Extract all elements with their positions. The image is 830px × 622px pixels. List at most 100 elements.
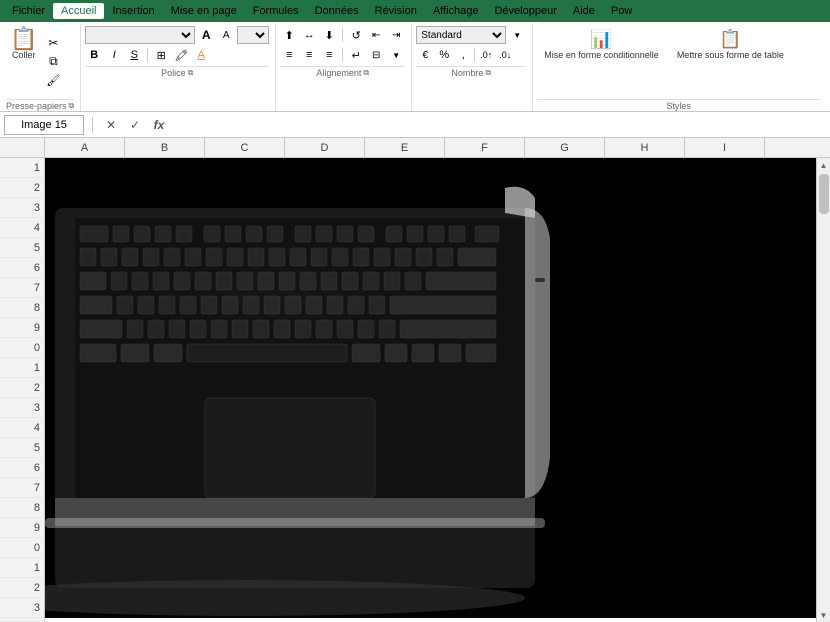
reproduire-button[interactable]: 🖌 <box>43 72 63 90</box>
row-num-15[interactable]: 5 <box>0 438 44 458</box>
row-num-6[interactable]: 6 <box>0 258 44 278</box>
formula-bar: ✕ ✓ fx <box>0 112 830 138</box>
conditional-format-button[interactable]: 📊 Mise en forme conditionnelle <box>537 26 666 64</box>
vertical-scrollbar[interactable]: ▲ ▼ <box>816 158 830 622</box>
row-num-18[interactable]: 8 <box>0 498 44 518</box>
merge-button[interactable]: ⊟ <box>367 46 385 64</box>
scrollbar-down-button[interactable]: ▼ <box>817 608 830 622</box>
number-group: Standard ▼ € % , .0↑ .0↓ Nombre ⧉ <box>412 24 533 111</box>
menu-item-formules[interactable]: Formules <box>245 3 307 19</box>
align-top-button[interactable]: ⬆ <box>280 26 298 44</box>
name-box[interactable] <box>4 115 84 135</box>
scrollbar-up-button[interactable]: ▲ <box>817 158 830 172</box>
comma-button[interactable]: , <box>454 46 472 64</box>
menu-item-accueil[interactable]: Accueil <box>53 3 104 19</box>
row-num-12[interactable]: 2 <box>0 378 44 398</box>
percent-button[interactable]: % <box>435 46 453 64</box>
fill-color-button[interactable]: 🖍 <box>172 46 190 64</box>
formula-cancel-button[interactable]: ✕ <box>101 115 121 135</box>
coller-button[interactable]: 📋 Coller <box>6 26 41 97</box>
ribbon-content: 📋 Coller ✂ ⧉ 🖌 Presse-papiers ⧉ A <box>0 24 830 111</box>
decrease-font-button[interactable]: A <box>217 26 235 44</box>
formula-confirm-button[interactable]: ✓ <box>125 115 145 135</box>
font-group: A A B I S ⊞ 🖍 A Police ⧉ <box>81 24 276 111</box>
col-header-d[interactable]: D <box>285 138 365 157</box>
col-header-a[interactable]: A <box>45 138 125 157</box>
col-header-g[interactable]: G <box>525 138 605 157</box>
col-header-b[interactable]: B <box>125 138 205 157</box>
row-num-13[interactable]: 3 <box>0 398 44 418</box>
menu-item-developpeur[interactable]: Développeur <box>486 3 564 19</box>
align-mid-button[interactable]: ↔ <box>300 26 318 44</box>
row-header-corner <box>0 138 45 157</box>
col-header-i[interactable]: I <box>685 138 765 157</box>
indent-increase-button[interactable]: ⇥ <box>387 26 405 44</box>
align-center-button[interactable]: ≡ <box>300 46 318 64</box>
menu-item-aide[interactable]: Aide <box>565 3 603 19</box>
row-num-21[interactable]: 1 <box>0 558 44 578</box>
border-button[interactable]: ⊞ <box>152 46 170 64</box>
row-num-11[interactable]: 1 <box>0 358 44 378</box>
format-table-button[interactable]: 📋 Mettre sous forme de table <box>670 26 791 64</box>
alignment-expand-icon[interactable]: ⧉ <box>363 68 369 78</box>
row-num-14[interactable]: 4 <box>0 418 44 438</box>
row-num-4[interactable]: 4 <box>0 218 44 238</box>
col-header-c[interactable]: C <box>205 138 285 157</box>
font-name-select[interactable] <box>85 26 195 44</box>
row-num-22[interactable]: 2 <box>0 578 44 598</box>
align-right-button[interactable]: ≡ <box>320 46 338 64</box>
rotate-button[interactable]: ↺ <box>347 26 365 44</box>
row-num-17[interactable]: 7 <box>0 478 44 498</box>
row-num-19[interactable]: 9 <box>0 518 44 538</box>
number-format-select[interactable]: Standard <box>416 26 506 44</box>
row-num-10[interactable]: 0 <box>0 338 44 358</box>
menu-item-fichier[interactable]: Fichier <box>4 3 53 19</box>
copier-button[interactable]: ⧉ <box>43 53 63 71</box>
underline-button[interactable]: S <box>125 46 143 64</box>
menu-item-affichage[interactable]: Affichage <box>425 3 487 19</box>
increase-decimal-button[interactable]: .0↑ <box>477 46 495 64</box>
menu-item-insertion[interactable]: Insertion <box>104 3 162 19</box>
decrease-decimal-button[interactable]: .0↓ <box>496 46 514 64</box>
formula-fx-button[interactable]: fx <box>149 115 169 135</box>
row-num-5[interactable]: 5 <box>0 238 44 258</box>
number-expand-icon[interactable]: ⧉ <box>485 68 491 78</box>
cells-area[interactable]: d ▲ ▼ <box>45 158 830 622</box>
increase-font-button[interactable]: A <box>197 26 215 44</box>
col-header-h[interactable]: H <box>605 138 685 157</box>
row-num-7[interactable]: 7 <box>0 278 44 298</box>
menu-item-mise-en-page[interactable]: Mise en page <box>163 3 245 19</box>
row-numbers: 1 2 3 4 5 6 7 8 9 0 1 2 3 4 5 6 7 8 9 0 … <box>0 158 45 622</box>
menu-item-revision[interactable]: Révision <box>367 3 425 19</box>
row-num-3[interactable]: 3 <box>0 198 44 218</box>
indent-decrease-button[interactable]: ⇤ <box>367 26 385 44</box>
styles-label: Styles <box>537 99 820 111</box>
number-expand-arrow[interactable]: ▼ <box>508 26 526 44</box>
wrap-text-button[interactable]: ↵ <box>347 46 365 64</box>
font-expand-icon[interactable]: ⧉ <box>188 68 194 78</box>
menu-item-donnees[interactable]: Données <box>307 3 367 19</box>
couper-button[interactable]: ✂ <box>43 34 63 52</box>
clipboard-label: Presse-papiers ⧉ <box>6 99 74 111</box>
scrollbar-thumb[interactable] <box>819 174 829 214</box>
row-num-8[interactable]: 8 <box>0 298 44 318</box>
row-num-9[interactable]: 9 <box>0 318 44 338</box>
row-num-23[interactable]: 3 <box>0 598 44 618</box>
bold-button[interactable]: B <box>85 46 103 64</box>
row-num-16[interactable]: 6 <box>0 458 44 478</box>
row-num-1[interactable]: 1 <box>0 158 44 178</box>
formula-input[interactable] <box>173 115 826 135</box>
font-color-button[interactable]: A <box>192 46 210 64</box>
col-header-e[interactable]: E <box>365 138 445 157</box>
align-bot-button[interactable]: ⬇ <box>320 26 338 44</box>
currency-button[interactable]: € <box>416 46 434 64</box>
row-num-20[interactable]: 0 <box>0 538 44 558</box>
row-num-2[interactable]: 2 <box>0 178 44 198</box>
col-header-f[interactable]: F <box>445 138 525 157</box>
align-left-button[interactable]: ≡ <box>280 46 298 64</box>
merge-arrow-button[interactable]: ▼ <box>387 46 405 64</box>
font-size-select[interactable] <box>237 26 269 44</box>
menu-item-pow[interactable]: Pow <box>603 3 640 19</box>
italic-button[interactable]: I <box>105 46 123 64</box>
clipboard-expand-icon[interactable]: ⧉ <box>69 101 75 111</box>
